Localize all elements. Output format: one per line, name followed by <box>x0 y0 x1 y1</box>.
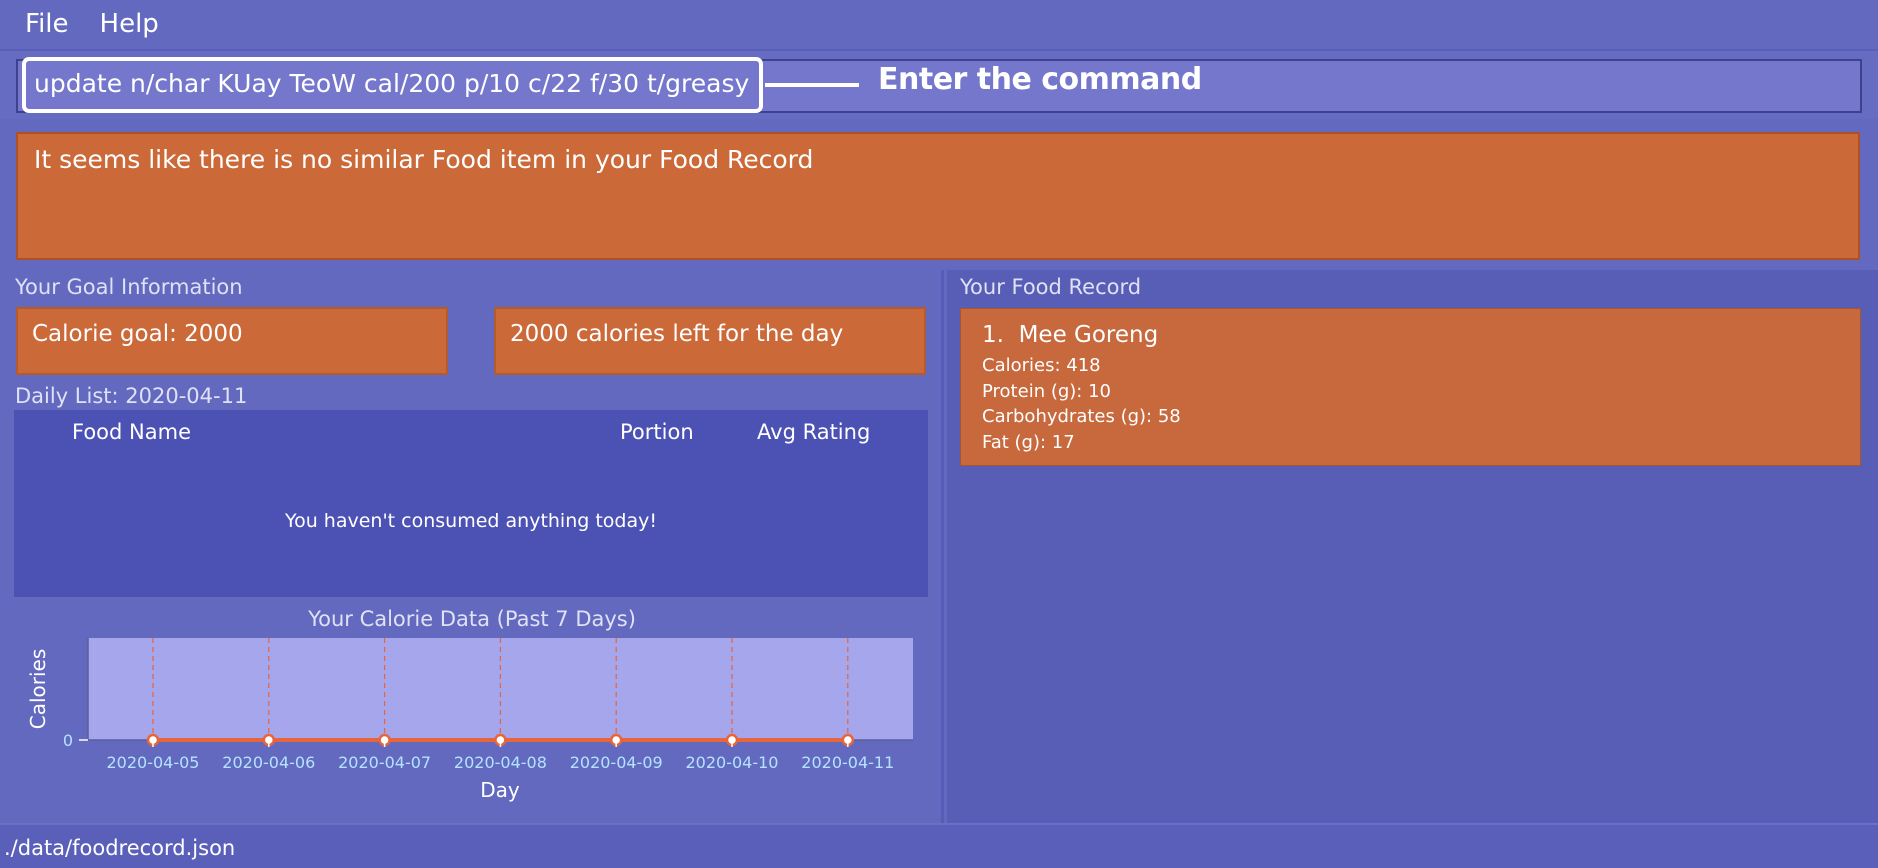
column-food-name[interactable]: Food Name <box>72 420 191 444</box>
column-avg-rating[interactable]: Avg Rating <box>757 420 870 444</box>
command-box-area: update n/char KUay TeoW cal/200 p/10 c/2… <box>0 49 1878 119</box>
x-tick-label: 2020-04-05 <box>107 753 200 772</box>
calories-left-text: 2000 calories left for the day <box>510 321 844 347</box>
left-panel: Your Goal Information Calorie goal: 2000… <box>0 270 944 823</box>
right-panel: Your Food Record 1. Mee Goreng Calories:… <box>947 270 1878 823</box>
plot-area <box>88 638 913 740</box>
x-tick-label: 2020-04-06 <box>222 753 315 772</box>
x-axis-label: Day <box>480 778 520 802</box>
status-bar: ./data/foodrecord.json <box>0 823 1878 868</box>
result-display: It seems like there is no similar Food i… <box>16 132 1860 260</box>
food-item-index: 1. <box>982 322 1004 348</box>
food-item-title: 1. Mee Goreng <box>982 322 1158 348</box>
food-item-name: Mee Goreng <box>1018 322 1159 348</box>
food-record-title: Your Food Record <box>960 275 1142 299</box>
food-item-calories: Calories: 418 <box>982 355 1101 376</box>
result-message: It seems like there is no similar Food i… <box>34 145 814 174</box>
x-tick-label: 2020-04-11 <box>801 753 894 772</box>
x-tick-label: 2020-04-09 <box>570 753 663 772</box>
daily-list-empty-message: You haven't consumed anything today! <box>285 510 657 532</box>
calorie-goal-box: Calorie goal: 2000 <box>16 307 448 375</box>
calories-left-box: 2000 calories left for the day <box>494 307 926 375</box>
calorie-chart: 2020-04-05 2020-04-06 2020-04-07 2020-04-08… <box>26 638 913 802</box>
command-input-value[interactable]: update n/char KUay TeoW cal/200 p/10 c/2… <box>34 69 749 98</box>
x-tick-label: 2020-04-07 <box>338 753 431 772</box>
menu-bar: File Help <box>0 0 1878 48</box>
daily-list-title: Daily List: 2020-04-11 <box>15 384 248 408</box>
callout-line <box>765 83 859 87</box>
menu-help[interactable]: Help <box>100 9 159 39</box>
food-item-carbs: Carbohydrates (g): 58 <box>982 406 1181 427</box>
y-tick-label: 0 <box>63 731 73 750</box>
food-item-fat: Fat (g): 17 <box>982 432 1075 453</box>
chart-title: Your Calorie Data (Past 7 Days) <box>308 607 636 631</box>
calorie-goal-text: Calorie goal: 2000 <box>32 321 243 347</box>
food-record-card[interactable]: 1. Mee Goreng Calories: 418 Protein (g):… <box>960 308 1861 466</box>
x-tick-label: 2020-04-08 <box>454 753 547 772</box>
data-file-path: ./data/foodrecord.json <box>4 836 236 860</box>
daily-list-table[interactable]: Food Name Portion Avg Rating You haven't… <box>14 410 928 597</box>
command-callout: Enter the command <box>878 62 1202 97</box>
menu-file[interactable]: File <box>25 9 69 39</box>
y-axis-label: Calories <box>26 649 50 730</box>
goal-section-title: Your Goal Information <box>15 275 243 299</box>
x-tick-label: 2020-04-10 <box>686 753 779 772</box>
food-item-protein: Protein (g): 10 <box>982 381 1111 402</box>
column-portion[interactable]: Portion <box>620 420 694 444</box>
